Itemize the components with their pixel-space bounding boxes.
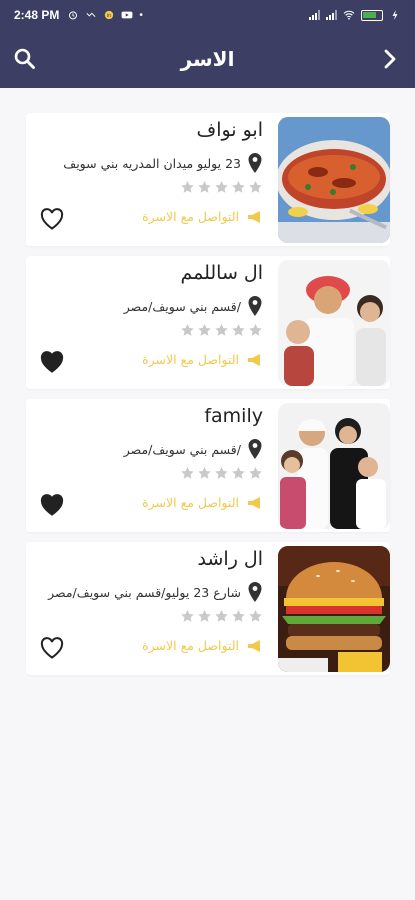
star-icon: [215, 324, 228, 336]
family-card[interactable]: ال راشد شارع 23 يوليو/قسم بني سويف/مصر ا…: [26, 542, 390, 675]
rating-stars: [180, 466, 263, 481]
heart-filled-icon[interactable]: [40, 494, 64, 516]
contact-label: التواصل مع الاسرة: [142, 638, 239, 653]
app-bar: الاسر: [0, 30, 415, 88]
family-name: ابو نواف: [196, 119, 264, 141]
star-icon: [232, 610, 245, 622]
family-photo-2[interactable]: [278, 403, 390, 529]
contact-family-link[interactable]: التواصل مع الاسرة: [142, 209, 263, 224]
star-icon: [181, 467, 194, 479]
star-icon: [198, 610, 211, 622]
contact-label: التواصل مع الاسرة: [142, 352, 239, 367]
megaphone-icon: [248, 353, 260, 366]
star-icon: [249, 324, 262, 336]
heart-outline-icon[interactable]: [40, 208, 64, 230]
status-time: 2:48 PM: [14, 8, 60, 22]
rating-stars: [180, 609, 263, 624]
family-name: ال راشد: [197, 548, 263, 570]
family-card[interactable]: family /قسم بني سويف/مصر التواصل مع الاس…: [26, 399, 390, 532]
wifi-icon: [343, 10, 355, 20]
page-title: الاسر: [180, 47, 235, 71]
family-card[interactable]: ال ساللمم /قسم بني سويف/مصر التواصل مع ا…: [26, 256, 390, 389]
burger-photo[interactable]: [278, 546, 390, 672]
star-icon: [215, 467, 228, 479]
signal-icon-2: [326, 10, 337, 20]
signal-icon: [309, 10, 320, 20]
family-address: /قسم بني سويف/مصر: [123, 298, 241, 314]
family-name: family: [204, 405, 263, 427]
star-icon: [181, 181, 194, 193]
star-icon: [198, 467, 211, 479]
star-icon: [249, 610, 262, 622]
location-pin-icon: [248, 439, 262, 459]
chevron-right-icon[interactable]: [377, 46, 403, 72]
family-photo[interactable]: [278, 260, 390, 386]
star-icon: [181, 324, 194, 336]
rating-stars: [180, 323, 263, 338]
heart-outline-icon[interactable]: [40, 637, 64, 659]
status-bar: 2:48 PM in •: [0, 0, 415, 30]
grilled-fish-photo[interactable]: [278, 117, 390, 243]
megaphone-icon: [248, 496, 260, 509]
contact-label: التواصل مع الاسرة: [142, 209, 239, 224]
alarm-icon: [69, 11, 78, 20]
charging-icon: [392, 10, 398, 20]
app-notification-icon: in: [105, 10, 114, 20]
contact-family-link[interactable]: التواصل مع الاسرة: [142, 638, 263, 653]
star-icon: [232, 324, 245, 336]
star-icon: [181, 610, 194, 622]
location-pin-icon: [248, 296, 262, 316]
star-icon: [215, 181, 228, 193]
star-icon: [215, 610, 228, 622]
family-address: 23 يوليو ميدان المدريه بني سويف: [63, 155, 241, 171]
location-pin-icon: [248, 153, 262, 173]
svg-text:in: in: [107, 13, 112, 19]
youtube-icon: [121, 11, 133, 19]
search-icon[interactable]: [12, 46, 38, 72]
heart-filled-icon[interactable]: [40, 351, 64, 373]
family-address: /قسم بني سويف/مصر: [123, 441, 241, 457]
family-name: ال ساللمم: [180, 262, 263, 284]
rating-stars: [180, 180, 263, 195]
contact-label: التواصل مع الاسرة: [142, 495, 239, 510]
star-icon: [232, 181, 245, 193]
family-list: ابو نواف 23 يوليو ميدان المدريه بني سويف…: [26, 113, 390, 685]
family-address: شارع 23 يوليو/قسم بني سويف/مصر: [48, 584, 241, 600]
megaphone-icon: [248, 639, 260, 652]
battery-icon: [361, 9, 383, 21]
star-icon: [198, 181, 211, 193]
family-card[interactable]: ابو نواف 23 يوليو ميدان المدريه بني سويف…: [26, 113, 390, 246]
location-pin-icon: [248, 582, 262, 602]
contact-family-link[interactable]: التواصل مع الاسرة: [142, 495, 263, 510]
star-icon: [249, 181, 262, 193]
contact-family-link[interactable]: التواصل مع الاسرة: [142, 352, 263, 367]
missed-call-icon: [86, 12, 96, 18]
star-icon: [232, 467, 245, 479]
star-icon: [249, 467, 262, 479]
star-icon: [198, 324, 211, 336]
megaphone-icon: [248, 210, 260, 223]
